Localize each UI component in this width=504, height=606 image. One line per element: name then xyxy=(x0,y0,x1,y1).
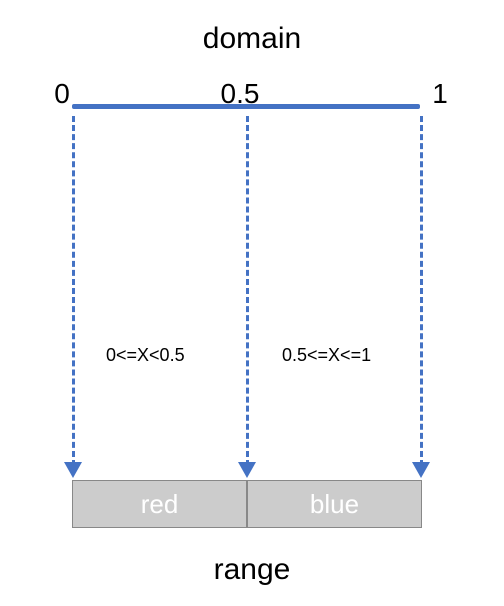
mapping-arrow-line-2 xyxy=(420,116,423,466)
domain-axis-line xyxy=(72,104,420,109)
mapping-arrow-line-0 xyxy=(72,116,75,466)
arrowhead-icon xyxy=(412,462,430,478)
range-box-red: red xyxy=(72,480,247,528)
arrowhead-icon xyxy=(238,462,256,478)
range-title: range xyxy=(0,553,504,587)
diagram-stage: domain 0 0.5 1 0<=X<0.5 0.5<=X<=1 red bl… xyxy=(0,0,504,606)
range-box-blue: blue xyxy=(247,480,422,528)
arrowhead-icon xyxy=(64,462,82,478)
interval-label-right: 0.5<=X<=1 xyxy=(282,345,371,366)
interval-label-left: 0<=X<0.5 xyxy=(106,345,185,366)
domain-title: domain xyxy=(0,22,504,56)
domain-tick-1: 1 xyxy=(420,78,460,110)
range-box-label: blue xyxy=(310,489,359,520)
range-box-label: red xyxy=(141,489,179,520)
mapping-arrow-line-1 xyxy=(246,116,249,466)
